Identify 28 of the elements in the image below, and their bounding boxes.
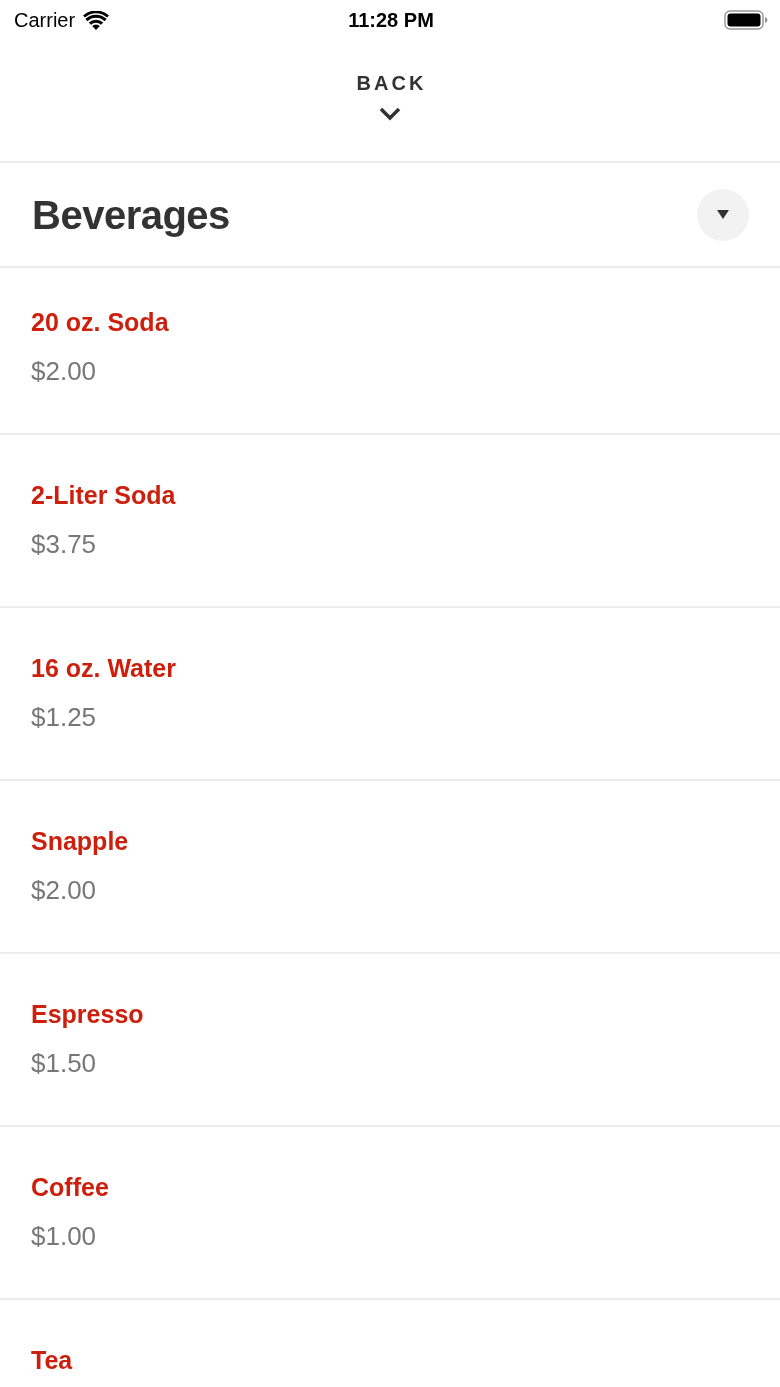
carrier-name: Carrier (14, 8, 76, 33)
wifi-icon (83, 10, 110, 30)
battery-icon (724, 10, 768, 30)
item-price: $1.50 (31, 1047, 98, 1080)
item-price: $1.25 (31, 701, 98, 734)
menu-item-row[interactable]: Tea (0, 1300, 780, 1387)
item-name: Snapple (31, 826, 130, 857)
item-name: Tea (31, 1345, 74, 1376)
item-price: $1.00 (31, 1220, 98, 1253)
item-price: $2.00 (31, 874, 98, 907)
item-price: $3.75 (31, 528, 98, 561)
back-button[interactable]: BACK (353, 73, 427, 93)
item-name: Coffee (31, 1172, 110, 1203)
menu-item-row[interactable]: 16 oz. Water $1.25 (0, 608, 780, 781)
menu-item-row[interactable]: 2-Liter Soda $3.75 (0, 435, 780, 608)
triangle-down-icon (717, 210, 729, 219)
item-name: 2-Liter Soda (31, 480, 177, 511)
item-price: $2.00 (31, 355, 98, 388)
clock-time: 11:28 PM (348, 8, 434, 33)
menu-item-row[interactable]: Snapple $2.00 (0, 781, 780, 954)
chevron-down-icon[interactable] (379, 107, 401, 121)
menu-item-row[interactable]: Coffee $1.00 (0, 1127, 780, 1300)
item-name: 20 oz. Soda (31, 307, 170, 338)
menu-item-row[interactable]: Espresso $1.50 (0, 954, 780, 1127)
category-title: Beverages (32, 191, 230, 239)
menu-item-row[interactable]: 20 oz. Soda $2.00 (0, 268, 780, 435)
item-name: 16 oz. Water (31, 653, 177, 684)
item-name: Espresso (31, 999, 145, 1030)
